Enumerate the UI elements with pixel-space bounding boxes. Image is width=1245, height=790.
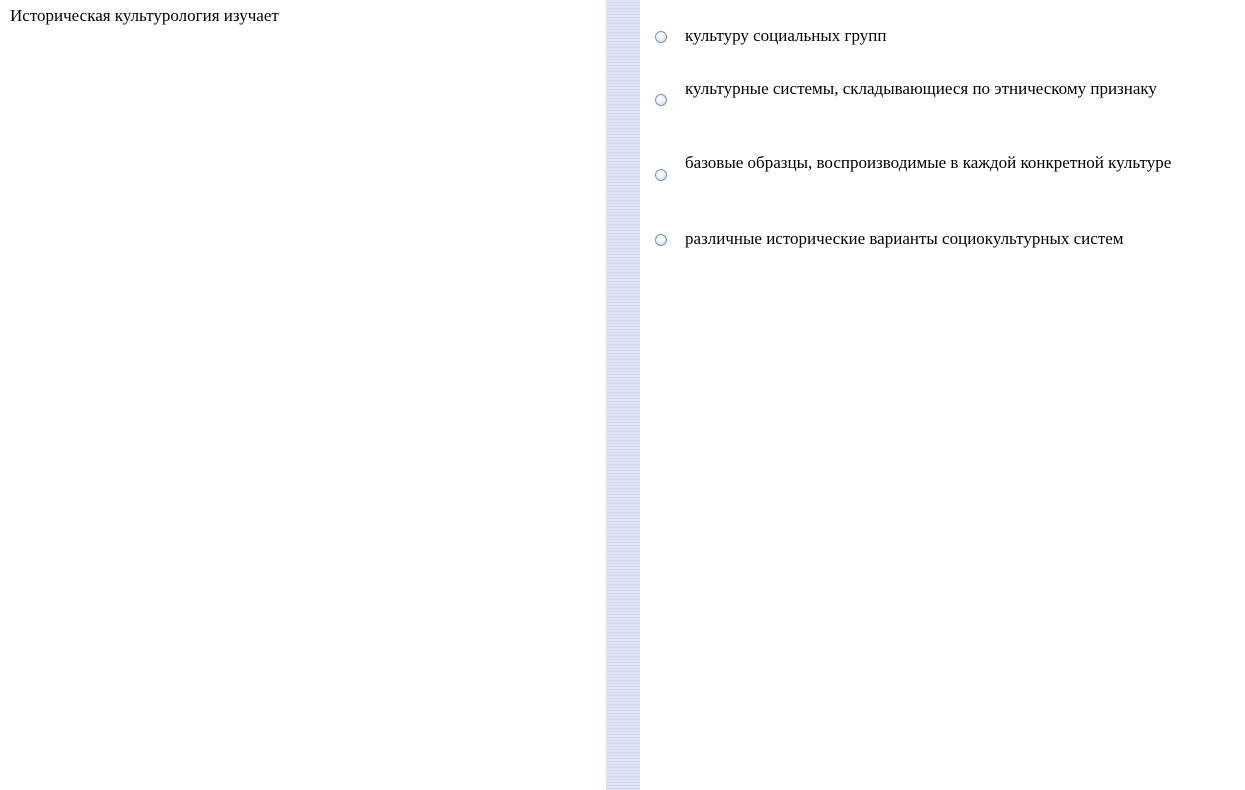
answer-label-1[interactable]: культуру социальных групп (685, 25, 1225, 47)
answer-option-1[interactable]: культуру социальных групп (655, 25, 1225, 51)
answer-option-2[interactable]: культурные системы, складывающиеся по эт… (655, 78, 1225, 122)
answer-radio-1[interactable] (655, 31, 667, 43)
answer-radio-2[interactable] (655, 94, 667, 106)
test-page: Историческая культурология изучает культ… (0, 0, 1245, 790)
answer-label-2[interactable]: культурные системы, складывающиеся по эт… (685, 78, 1225, 100)
answers-pane: культуру социальных групп культурные сис… (640, 0, 1245, 790)
answer-option-3[interactable]: базовые образцы, воспроизводимые в каждо… (655, 152, 1225, 200)
answer-label-3[interactable]: базовые образцы, воспроизводимые в каждо… (685, 152, 1225, 174)
divider-bar (606, 0, 640, 790)
question-pane: Историческая культурология изучает (0, 0, 606, 790)
answer-label-4[interactable]: различные исторические варианты социокул… (685, 228, 1225, 250)
answer-radio-4[interactable] (655, 234, 667, 246)
answer-radio-3[interactable] (655, 169, 667, 181)
question-text: Историческая культурология изучает (10, 6, 279, 25)
answer-option-4[interactable]: различные исторические варианты социокул… (655, 228, 1225, 254)
